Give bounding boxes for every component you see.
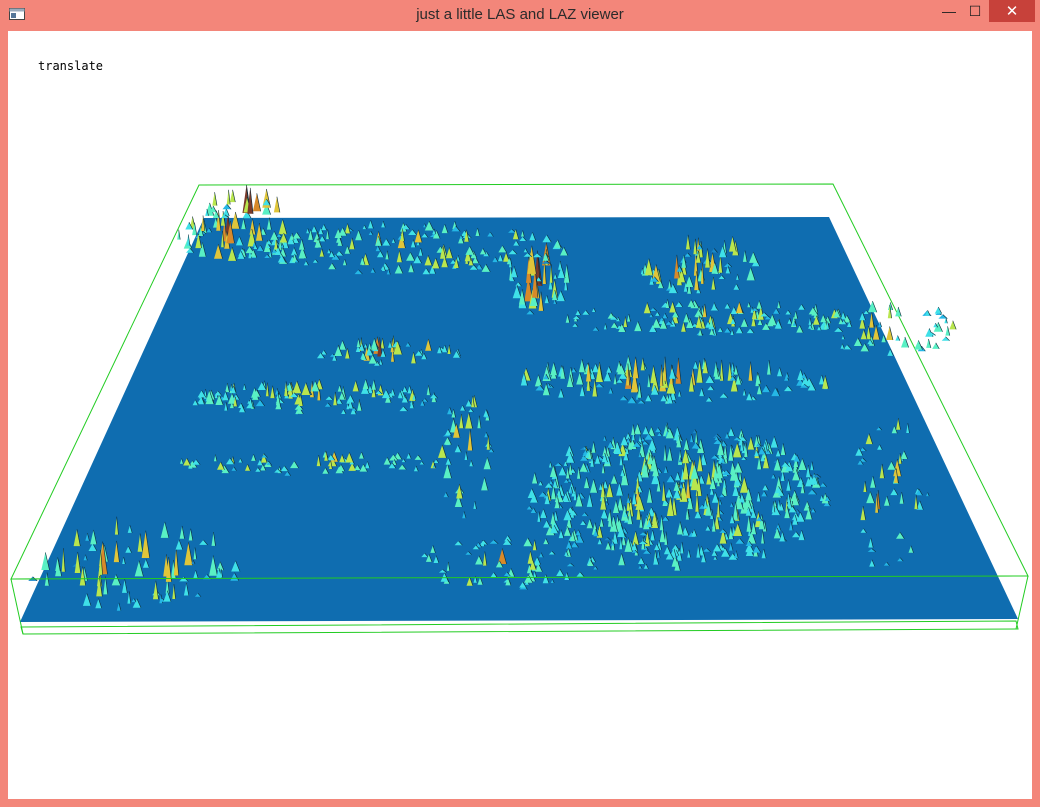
vegetation-spike	[932, 342, 940, 349]
viewer-canvas[interactable]: translate	[8, 31, 1032, 799]
vegetation-spike	[941, 336, 950, 341]
vegetation-spike	[886, 326, 893, 340]
minimize-icon: —	[942, 3, 956, 19]
vegetation-spike	[252, 193, 261, 212]
bounding-box-edge-right	[1015, 575, 1029, 630]
title-bar[interactable]: just a little LAS and LAZ viewer — ☐ ✕	[0, 0, 1040, 31]
maximize-icon: ☐	[968, 2, 982, 19]
vegetation-spike	[222, 203, 232, 210]
vegetation-spike	[212, 192, 217, 206]
close-button[interactable]: ✕	[989, 0, 1035, 22]
vegetation-spike	[949, 320, 957, 330]
bounding-box-bottom	[20, 620, 1019, 635]
maximize-button[interactable]: ☐	[962, 0, 988, 22]
vegetation-spike	[222, 208, 230, 216]
vegetation-spike	[229, 189, 236, 203]
vegetation-spike	[273, 196, 280, 213]
vegetation-spike	[914, 340, 923, 350]
window-title: just a little LAS and LAZ viewer	[416, 6, 624, 23]
close-icon: ✕	[1005, 3, 1019, 20]
vegetation-spike	[901, 337, 909, 348]
vegetation-spike	[934, 307, 942, 314]
point-cloud-view[interactable]	[8, 31, 1032, 799]
terrain-surface	[20, 217, 1018, 622]
minimize-button[interactable]: —	[936, 0, 962, 22]
vegetation-spike	[938, 314, 948, 319]
bounding-box-edge-left	[10, 578, 24, 635]
vegetation-spike	[945, 326, 950, 336]
